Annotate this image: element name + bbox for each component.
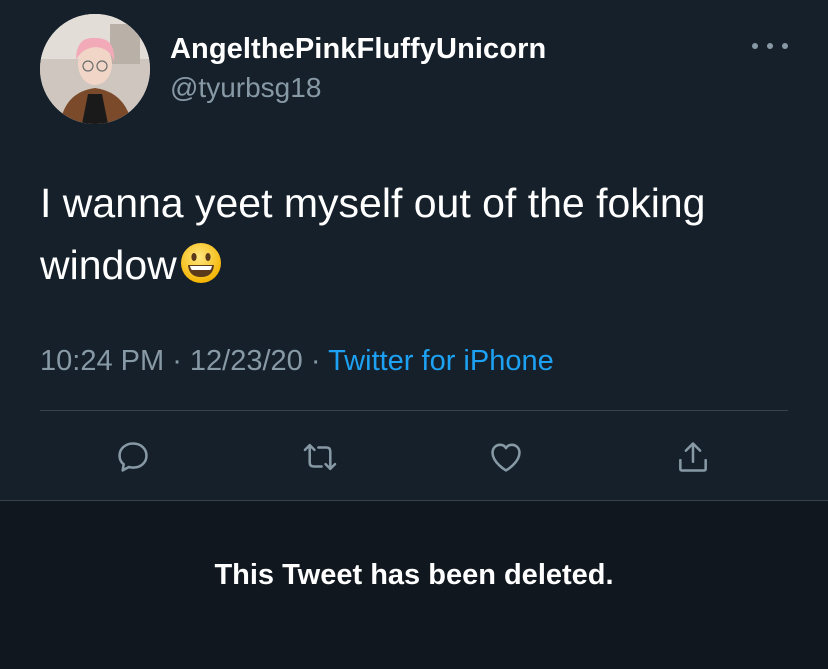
deleted-notice-text: This Tweet has been deleted. (214, 559, 614, 591)
tweet-metadata: 10:24 PM · 12/23/20 · Twitter for iPhone (40, 345, 554, 378)
separator: · (302, 345, 329, 377)
tweet-text-line-2: window (40, 242, 177, 288)
retweet-icon (303, 443, 337, 471)
divider (40, 410, 788, 411)
user-handle[interactable]: @tyurbsg18 (170, 72, 321, 104)
reply-icon (118, 442, 148, 472)
dot (767, 43, 773, 49)
like-button[interactable] (486, 437, 526, 477)
dot (752, 43, 758, 49)
avatar[interactable] (40, 14, 150, 124)
like-icon (491, 443, 521, 472)
avatar-image (40, 14, 150, 124)
tweet-date[interactable]: 12/23/20 (190, 345, 303, 377)
share-icon (679, 442, 707, 472)
retweet-button[interactable] (300, 437, 340, 477)
reply-button[interactable] (113, 437, 153, 477)
tweet-source-link[interactable]: Twitter for iPhone (328, 345, 554, 377)
separator: · (164, 345, 190, 377)
tweet-text-line-1: I wanna yeet myself out of the foking (40, 180, 706, 226)
tweet-time[interactable]: 10:24 PM (40, 345, 164, 377)
tweet-text: I wanna yeet myself out of the foking wi… (40, 172, 800, 296)
grinning-face-emoji-icon (180, 243, 221, 283)
display-name[interactable]: AngelthePinkFluffyUnicorn (170, 33, 546, 66)
more-options-icon[interactable] (752, 34, 788, 58)
deleted-notice-bar: This Tweet has been deleted. (0, 500, 828, 669)
dot (782, 43, 788, 49)
share-button[interactable] (673, 437, 713, 477)
tweet-card[interactable]: AngelthePinkFluffyUnicorn @tyurbsg18 I w… (0, 0, 828, 500)
